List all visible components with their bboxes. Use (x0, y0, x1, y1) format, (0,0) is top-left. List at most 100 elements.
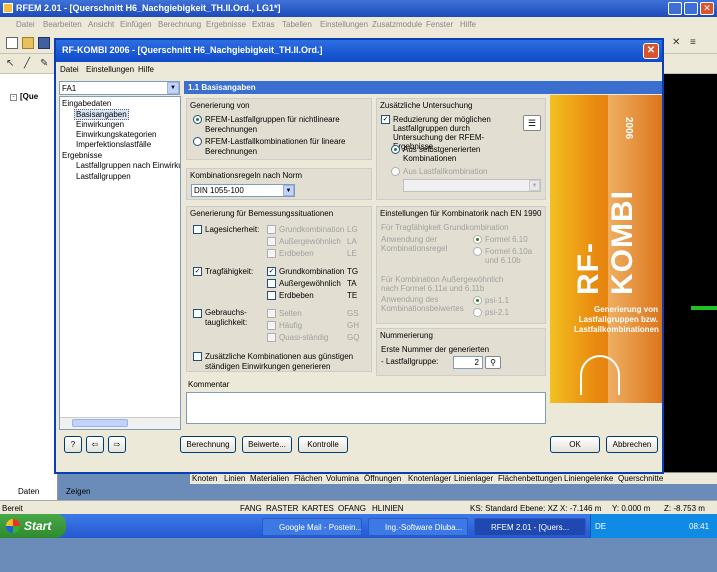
tree-basisangaben[interactable]: Basisangaben (74, 109, 129, 120)
chevron-down-icon[interactable]: ▼ (283, 185, 294, 196)
checkbox-ta[interactable] (267, 279, 276, 288)
tab-volumina[interactable]: Volumina (326, 474, 359, 483)
menu-ergebnisse[interactable]: Ergebnisse (206, 20, 246, 29)
radio-lastfallgruppen[interactable] (193, 115, 202, 124)
dialog-menu-einstellungen[interactable]: Einstellungen (86, 65, 134, 74)
checkbox-zusaetzliche-kombinationen[interactable] (193, 352, 202, 361)
checkbox-le[interactable] (267, 249, 276, 258)
norm-select[interactable]: DIN 1055-100 ▼ (191, 184, 295, 197)
open-folder-icon[interactable] (22, 37, 34, 49)
checkbox-gs[interactable] (267, 309, 276, 318)
tab-daten[interactable]: Daten (18, 487, 39, 496)
toggle-ofang[interactable]: OFANG (338, 504, 366, 513)
next-icon[interactable]: ⇨ (108, 436, 126, 453)
tab-querschnitte[interactable]: Querschnitte (618, 474, 663, 483)
tab-knoten[interactable]: Knoten (192, 474, 217, 483)
maximize-icon[interactable] (684, 2, 698, 15)
save-icon[interactable] (38, 37, 50, 49)
radio-psi21[interactable] (473, 308, 482, 317)
radio-selbstgeneriert[interactable] (391, 145, 400, 154)
previous-icon[interactable]: ⇦ (86, 436, 104, 453)
tool-cross-icon[interactable]: ✕ (672, 37, 684, 49)
lastfallgruppe-number-input[interactable]: 2 (453, 356, 483, 369)
tab-liniengelenke[interactable]: Liniengelenke (564, 474, 613, 483)
tree-lastfallgruppen[interactable]: Lastfallgruppen (76, 172, 131, 181)
minimize-icon[interactable] (668, 2, 682, 15)
checkbox-gq[interactable] (267, 333, 276, 342)
ok-button[interactable]: OK (550, 436, 600, 453)
checkbox-lg[interactable] (267, 225, 276, 234)
toggle-fang[interactable]: FANG (240, 504, 262, 513)
toggle-hlinien[interactable]: HLINIEN (372, 504, 404, 513)
dialog-menu-datei[interactable]: Datei (60, 65, 79, 74)
berechnung-button[interactable]: Berechnung (180, 436, 236, 453)
task-ing-software[interactable]: Ing.-Software Dluba... (368, 518, 468, 536)
menu-hilfe[interactable]: Hilfe (460, 20, 476, 29)
chevron-down-icon[interactable]: ▼ (529, 180, 540, 191)
checkbox-la[interactable] (267, 237, 276, 246)
task-rfem[interactable]: RFEM 2.01 - [Quers... (474, 518, 586, 536)
tab-zeigen[interactable]: Zeigen (66, 487, 90, 496)
lastfallkombination-select[interactable]: ▼ (403, 179, 541, 192)
checkbox-tragfaehigkeit[interactable]: ✓ (193, 267, 202, 276)
menu-berechnung[interactable]: Berechnung (158, 20, 201, 29)
tree-einwirkungskategorien[interactable]: Einwirkungskategorien (76, 130, 157, 139)
menu-bearbeiten[interactable]: Bearbeiten (43, 20, 82, 29)
tab-materialien[interactable]: Materialien (250, 474, 289, 483)
checkbox-gebrauchstauglichkeit[interactable] (193, 309, 202, 318)
tree-imperfektionslastfaelle[interactable]: Imperfektionslastfälle (76, 140, 151, 149)
tree-lastfallgruppen-einwirkung[interactable]: Lastfallgruppen nach Einwirkung (76, 161, 180, 170)
kontrolle-button[interactable]: Kontrolle (298, 436, 348, 453)
tab-linienlager[interactable]: Linienlager (454, 474, 493, 483)
app-close-icon[interactable]: ✕ (700, 2, 714, 15)
radio-lastfallkombinationen[interactable] (193, 137, 202, 146)
radio-formel-610ab[interactable] (473, 247, 482, 256)
tree-ergebnisse[interactable]: Ergebnisse (62, 151, 102, 160)
pick-icon[interactable]: ⚲ (485, 356, 501, 369)
checkbox-lagesicherheit[interactable] (193, 225, 202, 234)
line-tool-icon[interactable]: ╱ (24, 58, 36, 70)
menu-einfuegen[interactable]: Einfügen (120, 20, 152, 29)
kommentar-input[interactable] (186, 392, 546, 424)
toggle-raster[interactable]: RASTER (266, 504, 298, 513)
beiwerte-button[interactable]: Beiwerte... (242, 436, 292, 453)
checkbox-te[interactable] (267, 291, 276, 300)
radio-lastfallkombination[interactable] (391, 167, 400, 176)
checkbox-gh[interactable] (267, 321, 276, 330)
model-viewport[interactable] (663, 74, 717, 474)
tab-flaechen[interactable]: Flächen (294, 474, 322, 483)
checkbox-tg[interactable]: ✓ (267, 267, 276, 276)
menu-tabellen[interactable]: Tabellen (282, 20, 312, 29)
tool-lines-icon[interactable]: ≡ (690, 37, 702, 49)
language-indicator[interactable]: DE (595, 522, 606, 531)
tree-eingabedaten[interactable]: Eingabedaten (62, 99, 111, 108)
menu-datei[interactable]: Datei (16, 20, 35, 29)
navigator-scroll-thumb[interactable] (72, 419, 128, 427)
radio-formel-610[interactable] (473, 235, 482, 244)
menu-einstellungen[interactable]: Einstellungen (320, 20, 368, 29)
pointer-icon[interactable]: ↖ (6, 58, 18, 70)
radio-psi11[interactable] (473, 296, 482, 305)
tree-einwirkungen[interactable]: Einwirkungen (76, 120, 124, 129)
checkbox-reduzierung[interactable]: ✓ (381, 115, 390, 124)
tab-oeffnungen[interactable]: Öffnungen (364, 474, 401, 483)
menu-extras[interactable]: Extras (252, 20, 275, 29)
tree-root[interactable]: [Que (20, 92, 38, 101)
dialog-menu-hilfe[interactable]: Hilfe (138, 65, 154, 74)
toggle-kartes[interactable]: KARTES (302, 504, 334, 513)
tab-linien[interactable]: Linien (224, 474, 245, 483)
pencil-icon[interactable]: ✎ (40, 58, 52, 70)
tab-flaechenbettungen[interactable]: Flächenbettungen (498, 474, 562, 483)
case-select[interactable]: FA1 ▼ (59, 81, 180, 95)
menu-ansicht[interactable]: Ansicht (88, 20, 114, 29)
task-google-mail[interactable]: Google Mail - Postein... (262, 518, 362, 536)
abbrechen-button[interactable]: Abbrechen (606, 436, 658, 453)
new-file-icon[interactable] (6, 37, 18, 49)
tab-knotenlager[interactable]: Knotenlager (408, 474, 451, 483)
menu-fenster[interactable]: Fenster (426, 20, 453, 29)
dialog-close-icon[interactable]: ✕ (643, 43, 659, 59)
help-icon[interactable]: ? (64, 436, 82, 453)
menu-zusatzmodule[interactable]: Zusatzmodule (372, 20, 422, 29)
chevron-down-icon[interactable]: ▼ (167, 82, 179, 94)
details-list-icon[interactable]: ☰ (523, 115, 541, 131)
